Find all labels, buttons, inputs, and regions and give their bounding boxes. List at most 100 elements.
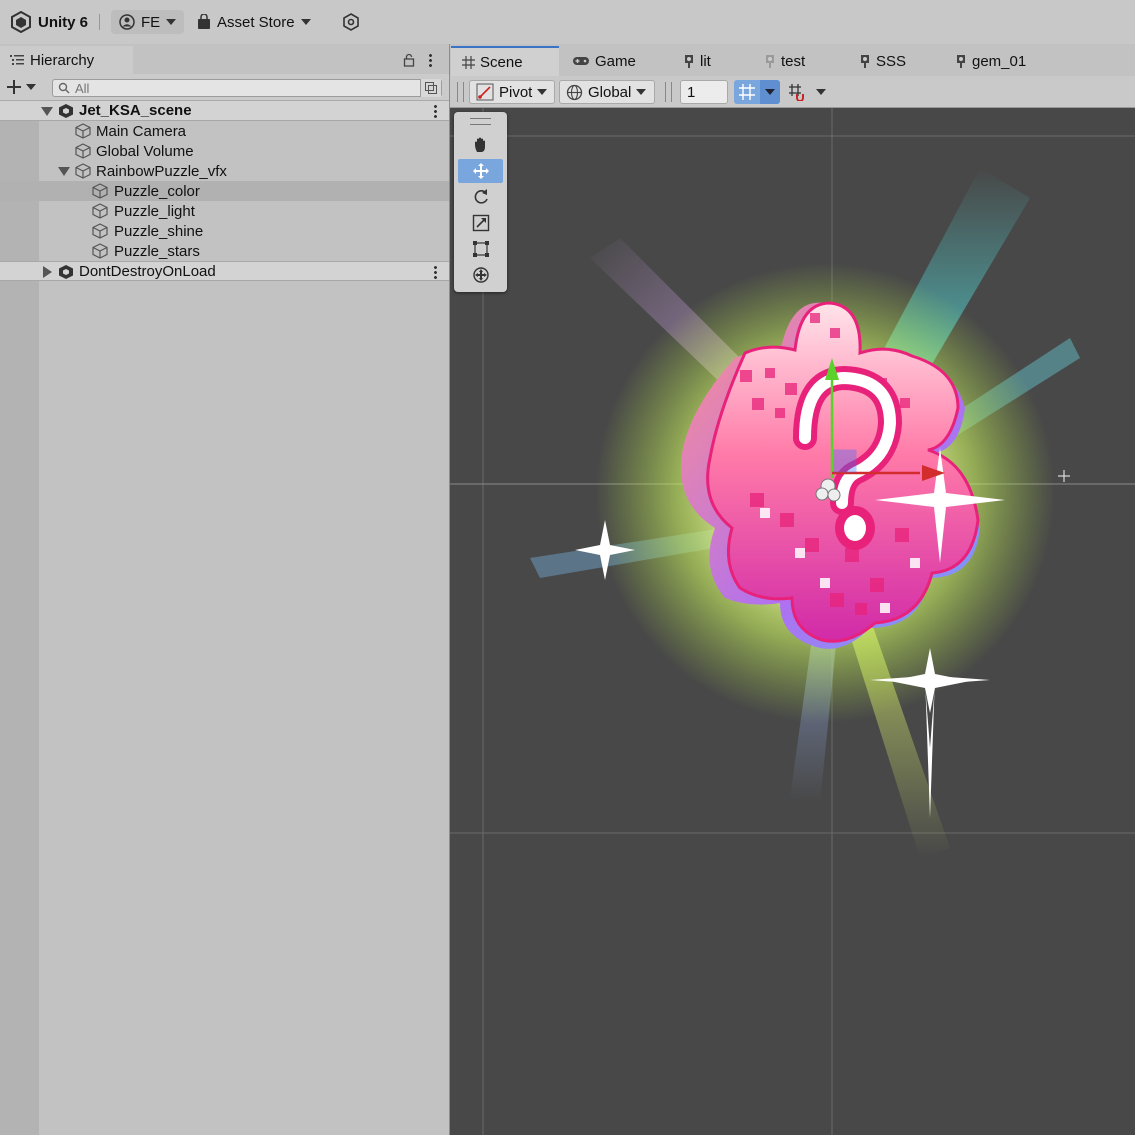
search-input[interactable] [75,80,415,96]
hand-tool-icon [474,137,485,152]
settings-button[interactable] [342,10,360,34]
hierarchy-item-label: Puzzle_stars [114,242,200,260]
expand-arrow-icon[interactable] [58,167,70,176]
kebab-menu-icon[interactable] [434,265,437,279]
tab-scene[interactable]: Scene [451,46,559,76]
increment-snap-dropdown[interactable] [812,80,830,104]
hierarchy-search-field[interactable] [52,79,442,97]
hierarchy-item-selected[interactable]: Puzzle_color [0,181,449,201]
toolbar-grip[interactable] [457,82,464,102]
add-button[interactable] [6,79,36,95]
hierarchy-item-label: Puzzle_light [114,202,195,220]
tab-hierarchy[interactable]: Hierarchy [0,46,133,74]
search-by-type-button[interactable] [420,79,441,97]
increment-snap-toggle[interactable] [785,80,809,104]
chevron-down-icon [636,89,647,95]
account-dropdown[interactable]: FE [111,10,185,34]
shader-graph-icon [685,55,693,68]
hierarchy-item-label: Puzzle_shine [114,222,204,240]
chevron-down-icon [166,19,177,25]
asset-store-dropdown[interactable]: Asset Store [197,10,311,34]
hierarchy-item-label: RainbowPuzzle_vfx [96,162,227,180]
hierarchy-item[interactable]: RainbowPuzzle_vfx [0,161,449,181]
scale-tool-icon [472,214,489,232]
scale-tool-button[interactable] [458,211,503,235]
gameobject-cube-icon [92,203,108,219]
tab-label: Game [595,52,636,70]
global-dropdown[interactable]: Global [559,80,655,104]
account-icon [119,14,135,30]
tab-gem-01[interactable]: gem_01 [955,46,1026,76]
scene-grid-icon [462,55,475,69]
scene-root-icon [59,265,73,279]
scene-viewport[interactable] [450,108,1135,1135]
grid-snap-toggle[interactable] [734,80,760,104]
tool-palette [454,112,507,292]
hierarchy-list-icon [10,55,24,65]
search-icon [58,82,70,94]
chevron-down-icon [26,84,36,90]
transform-tool-button[interactable] [458,263,503,287]
rotate-tool-button[interactable] [458,185,503,209]
globe-icon [566,84,583,100]
tab-label: gem_01 [972,52,1027,70]
gameobject-cube-icon [92,183,108,199]
move-tool-icon [472,163,489,179]
tab-game[interactable]: Game [572,46,636,76]
kebab-menu-icon[interactable] [434,104,437,118]
hierarchy-item[interactable]: Global Volume [0,141,449,161]
asset-store-label: Asset Store [217,13,295,31]
unity-menu[interactable]: Unity 6 [10,10,88,34]
tab-label: SSS [876,52,907,70]
scene-root-icon [59,104,73,118]
lock-icon [403,53,415,67]
grid-snap-dropdown[interactable] [760,80,780,104]
hierarchy-tab-label: Hierarchy [30,51,95,69]
shader-graph-icon [861,55,869,68]
scene-row-jet-ksa[interactable]: Jet_KSA_scene [0,101,449,121]
settings-cog-icon [343,13,359,31]
hierarchy-item[interactable]: Puzzle_shine [0,221,449,241]
hierarchy-item[interactable]: Puzzle_stars [0,241,449,261]
unity-logo-icon [11,11,31,33]
rect-tool-button[interactable] [458,237,503,261]
chevron-down-icon [765,89,775,95]
add-icon [7,80,21,94]
scene-render [450,108,1135,1135]
shader-graph-icon [766,55,774,68]
gamepad-icon [573,57,589,65]
palette-grip[interactable] [470,118,491,125]
hand-tool-button[interactable] [458,133,503,157]
hierarchy-item[interactable]: Main Camera [0,121,449,141]
asset-store-bag-icon [198,14,210,29]
global-label: Global [588,83,632,101]
account-label: FE [141,13,161,31]
hierarchy-item[interactable]: Puzzle_light [0,201,449,221]
collapse-arrow-icon[interactable] [43,266,52,278]
scene-row-dontdestroyonload[interactable]: DontDestroyOnLoad [0,261,449,281]
tab-test[interactable]: test [764,46,805,76]
tab-lit[interactable]: lit [683,46,711,76]
tab-label: Scene [480,53,523,71]
gameobject-cube-icon [92,243,108,259]
shader-graph-icon [957,55,965,68]
gameobject-cube-icon [75,163,91,179]
pivot-label: Pivot [499,83,533,101]
move-tool-button[interactable] [458,159,503,183]
gameobject-cube-icon [75,123,91,139]
kebab-menu-icon[interactable] [429,53,432,67]
main-toolbar: Unity 6 FE Asset Store [0,0,1135,44]
divider [99,14,100,30]
tab-sss[interactable]: SSS [859,46,906,76]
snap-magnet-icon [789,84,804,102]
expand-arrow-icon[interactable] [41,107,53,116]
toolbar-grip[interactable] [665,82,672,102]
rotate-tool-icon [474,189,488,204]
rect-tool-icon [472,241,489,257]
grid-size-field[interactable]: 1 [680,80,728,104]
tab-label: lit [700,52,711,70]
pivot-dropdown[interactable]: Pivot [469,80,555,104]
lock-button[interactable] [403,53,415,70]
filter-icon [425,82,437,94]
gameobject-cube-icon [75,143,91,159]
